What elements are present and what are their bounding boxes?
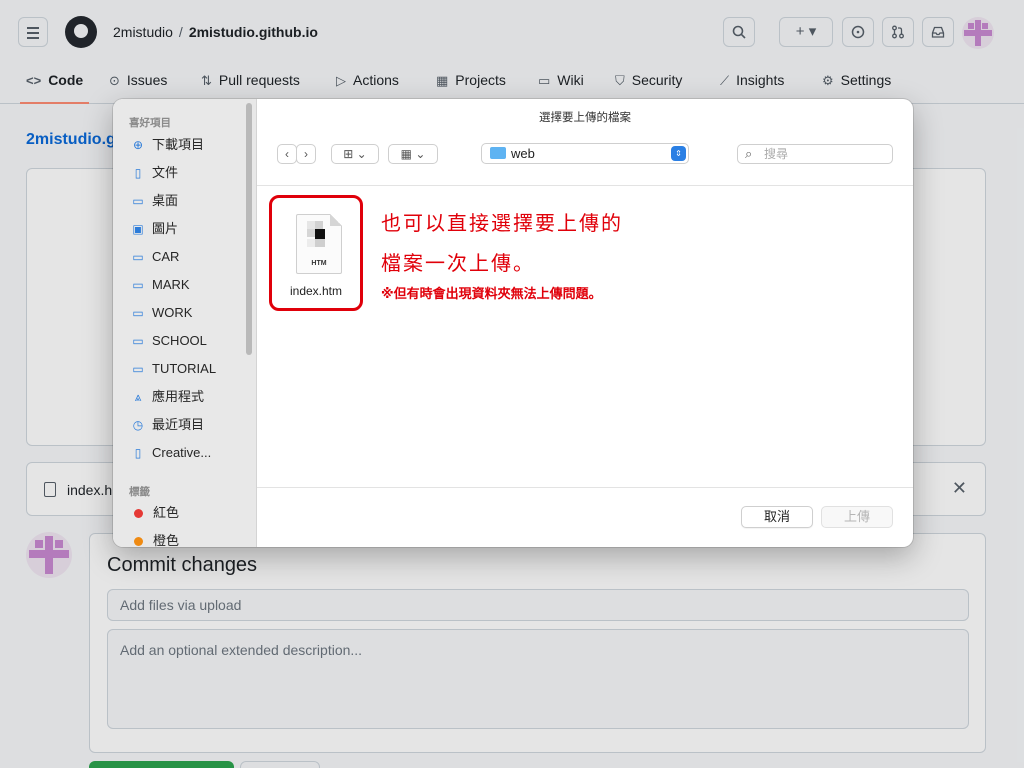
dialog-title: 選擇要上傳的檔案 xyxy=(539,112,631,124)
group-grid-icon: ▦ xyxy=(400,147,412,161)
stepper-icon: ⇕ xyxy=(671,146,686,161)
document-icon: ▯ xyxy=(134,166,142,180)
sidebar-item-downloads[interactable]: ⊕ 下載項目 xyxy=(130,134,250,156)
html-file-icon: HTM xyxy=(296,214,342,274)
cancel-button[interactable]: 取消 xyxy=(741,506,813,528)
file-name-label: index.htm xyxy=(289,284,343,298)
chevron-left-icon: ‹ xyxy=(285,147,289,161)
annotation-line-2: 檔案一次上傳。 xyxy=(381,251,535,275)
folder-icon: ▭ xyxy=(132,250,144,264)
dialog-main-pane: 選擇要上傳的檔案 ‹ › ⊞ ⌄ ▦ ⌄ web ⇕ ⌕ 搜尋 HTM inde… xyxy=(257,99,913,547)
sidebar-item-tutorial[interactable]: ▭ TUTORIAL xyxy=(130,358,250,380)
sidebar-item-car[interactable]: ▭ CAR xyxy=(130,246,250,268)
sidebar-tag-red[interactable]: 紅色 xyxy=(130,502,250,524)
sidebar-tag-orange[interactable]: 橙色 xyxy=(130,530,250,547)
group-mode-button[interactable]: ▦ ⌄ xyxy=(388,144,438,164)
document-icon: ▯ xyxy=(134,446,142,460)
sidebar-item-documents[interactable]: ▯ 文件 xyxy=(130,162,250,184)
folder-icon: ▭ xyxy=(132,362,144,376)
folder-icon: ▭ xyxy=(132,278,144,292)
red-tag-dot xyxy=(134,509,143,518)
location-popup[interactable]: web ⇕ xyxy=(481,143,689,164)
footer-divider xyxy=(257,487,913,488)
dialog-sidebar: 喜好項目 ⊕ 下載項目 ▯ 文件 ▭ 桌面 ▣ 圖片 ▭ CAR ▭ MARK ▭ WORK … xyxy=(113,99,257,547)
search-icon: ⌕ xyxy=(745,146,753,161)
view-mode-button[interactable]: ⊞ ⌄ xyxy=(331,144,379,164)
folder-icon: ▭ xyxy=(132,334,144,348)
back-button[interactable]: ‹ xyxy=(277,144,297,164)
chevron-down-icon: ⌄ xyxy=(356,147,367,161)
chevron-down-icon: ⌄ xyxy=(415,147,426,161)
desktop-icon: ▭ xyxy=(132,194,144,208)
annotation-note: ※但有時會出現資料夾無法上傳問題。 xyxy=(381,287,602,302)
forward-button[interactable]: › xyxy=(296,144,316,164)
folder-icon: ▭ xyxy=(132,306,144,320)
orange-tag-dot xyxy=(134,537,143,546)
file-item-index[interactable]: HTM index.htm xyxy=(269,195,363,311)
sidebar-item-work[interactable]: ▭ WORK xyxy=(130,302,250,324)
sidebar-item-recents[interactable]: ◷ 最近項目 xyxy=(130,414,250,436)
toolbar-divider xyxy=(257,185,913,186)
sidebar-item-applications[interactable]: ⩓ 應用程式 xyxy=(130,386,250,408)
upload-button[interactable]: 上傳 xyxy=(821,506,893,528)
favorites-heading: 喜好項目 xyxy=(129,117,171,129)
photo-icon: ▣ xyxy=(132,222,144,236)
sidebar-item-mark[interactable]: ▭ MARK xyxy=(130,274,250,296)
sidebar-item-school[interactable]: ▭ SCHOOL xyxy=(130,330,250,352)
annotation-line-1: 也可以直接選擇要上傳的 xyxy=(381,211,623,235)
applications-icon: ⩓ xyxy=(134,390,142,404)
folder-icon xyxy=(490,147,506,159)
sidebar-item-desktop[interactable]: ▭ 桌面 xyxy=(130,190,250,212)
sidebar-item-pictures[interactable]: ▣ 圖片 xyxy=(130,218,250,240)
sidebar-item-creative[interactable]: ▯ Creative... xyxy=(130,442,250,464)
sidebar-scrollbar[interactable] xyxy=(246,103,252,355)
grid-icon: ⊞ xyxy=(343,147,354,161)
clock-icon: ◷ xyxy=(132,418,144,432)
search-field[interactable]: ⌕ 搜尋 xyxy=(737,144,893,164)
tags-heading: 標籤 xyxy=(129,486,150,498)
download-icon: ⊕ xyxy=(132,138,144,152)
chevron-right-icon: › xyxy=(304,147,308,161)
file-chooser-dialog: 喜好項目 ⊕ 下載項目 ▯ 文件 ▭ 桌面 ▣ 圖片 ▭ CAR ▭ MARK ▭ WORK … xyxy=(113,99,913,547)
